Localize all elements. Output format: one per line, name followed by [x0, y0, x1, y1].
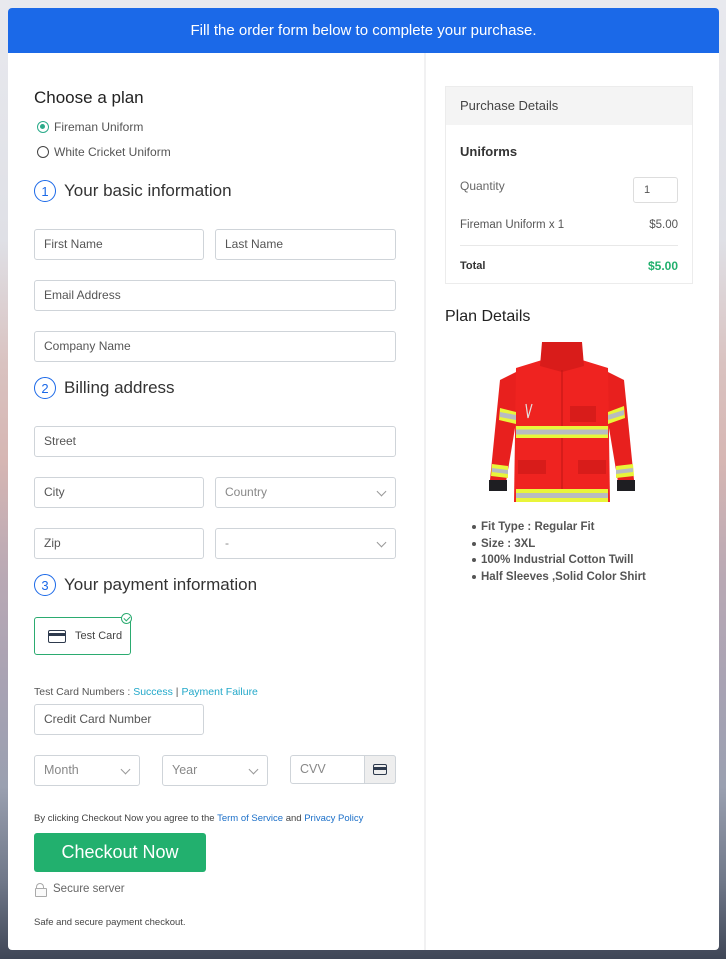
chevron-down-icon	[376, 537, 387, 548]
chevron-down-icon	[248, 764, 259, 775]
state-select-value: -	[225, 536, 229, 550]
year-select-value: Year	[172, 763, 198, 777]
country-select-value: Country	[225, 485, 268, 499]
billing-heading: 2 Billing address	[34, 377, 175, 399]
step-number-icon: 3	[34, 574, 56, 596]
lock-icon	[35, 883, 47, 897]
order-form: Choose a plan Fireman Uniform White Cric…	[8, 53, 424, 950]
card-option-label: Test Card	[75, 630, 123, 642]
success-link[interactable]: Success	[133, 686, 173, 698]
feature-item: Half Sleeves ,Solid Color Shirt	[472, 569, 646, 586]
privacy-policy-link[interactable]: Privacy Policy	[304, 813, 363, 824]
cvv-placeholder: CVV	[300, 762, 326, 776]
agreement-text: By clicking Checkout Now you agree to th…	[34, 813, 218, 824]
basic-info-heading: 1 Your basic information	[34, 180, 232, 202]
feature-item: Fit Type : Regular Fit	[472, 519, 646, 536]
plan-option-label: White Cricket Uniform	[54, 145, 171, 159]
order-summary: Purchase Details Uniforms Quantity 1 Fir…	[426, 53, 719, 950]
plan-features-list: Fit Type : Regular Fit Size : 3XL 100% I…	[472, 519, 646, 585]
payment-heading: 3 Your payment information	[34, 574, 257, 596]
cvv-input[interactable]: CVV	[290, 755, 396, 784]
summary-divider	[460, 245, 678, 246]
section-title: Your payment information	[64, 575, 258, 594]
quantity-label: Quantity	[460, 179, 505, 193]
feature-item: Size : 3XL	[472, 536, 646, 553]
step-number-icon: 2	[34, 377, 56, 399]
year-select[interactable]: Year	[162, 755, 268, 786]
agreement-and: and	[283, 813, 305, 824]
first-name-input[interactable]: First Name	[34, 229, 204, 260]
terms-agreement: By clicking Checkout Now you agree to th…	[34, 813, 363, 824]
line-item-price: $5.00	[649, 219, 678, 231]
safe-checkout-note: Safe and secure payment checkout.	[34, 917, 186, 928]
company-input[interactable]: Company Name	[34, 331, 396, 362]
month-select-value: Month	[44, 763, 79, 777]
email-input[interactable]: Email Address	[34, 280, 396, 311]
section-title: Your basic information	[64, 181, 232, 200]
header-banner: Fill the order form below to complete yo…	[8, 8, 719, 53]
total-label: Total	[460, 260, 486, 272]
checkout-now-button[interactable]: Checkout Now	[34, 833, 206, 872]
country-select[interactable]: Country	[215, 477, 396, 508]
section-title: Billing address	[64, 378, 175, 397]
test-card-option[interactable]: Test Card	[34, 617, 131, 655]
test-card-numbers: Test Card Numbers : Success | Payment Fa…	[34, 686, 258, 698]
city-input[interactable]: City	[34, 477, 204, 508]
secure-label: Secure server	[53, 883, 125, 895]
feature-item: 100% Industrial Cotton Twill	[472, 552, 646, 569]
check-circle-icon	[121, 613, 132, 624]
quantity-input[interactable]: 1	[633, 177, 678, 203]
fireman-jacket-image	[489, 342, 635, 502]
chevron-down-icon	[120, 764, 131, 775]
order-form-page: Fill the order form below to complete yo…	[8, 8, 719, 950]
cvv-help-button[interactable]	[364, 755, 396, 784]
chevron-down-icon	[376, 486, 387, 497]
plan-option-label: Fireman Uniform	[54, 120, 144, 134]
radio-selected-icon[interactable]	[37, 121, 49, 133]
radio-unselected-icon[interactable]	[37, 146, 49, 158]
zip-input[interactable]: Zip	[34, 528, 204, 559]
choose-plan-heading: Choose a plan	[34, 88, 144, 107]
plan-option-cricket[interactable]: White Cricket Uniform	[37, 145, 171, 159]
payment-failure-link[interactable]: Payment Failure	[181, 686, 257, 698]
plan-details-heading: Plan Details	[445, 308, 531, 325]
credit-card-number-input[interactable]: Credit Card Number	[34, 704, 204, 735]
credit-card-icon	[373, 764, 387, 775]
line-item-label: Fireman Uniform x 1	[460, 219, 565, 231]
state-select[interactable]: -	[215, 528, 396, 559]
last-name-input[interactable]: Last Name	[215, 229, 396, 260]
credit-card-icon	[48, 629, 66, 643]
secure-server-note: Secure server	[35, 883, 125, 897]
plan-option-fireman[interactable]: Fireman Uniform	[37, 120, 143, 134]
street-input[interactable]: Street	[34, 426, 396, 457]
total-value: $5.00	[647, 259, 678, 273]
month-select[interactable]: Month	[34, 755, 140, 786]
terms-of-service-link[interactable]: Term of Service	[217, 813, 283, 824]
test-numbers-label: Test Card Numbers :	[34, 686, 134, 698]
product-category: Uniforms	[460, 144, 518, 159]
purchase-details-card: Purchase Details Uniforms Quantity 1 Fir…	[445, 86, 693, 284]
purchase-details-title: Purchase Details	[446, 87, 692, 125]
step-number-icon: 1	[34, 180, 56, 202]
